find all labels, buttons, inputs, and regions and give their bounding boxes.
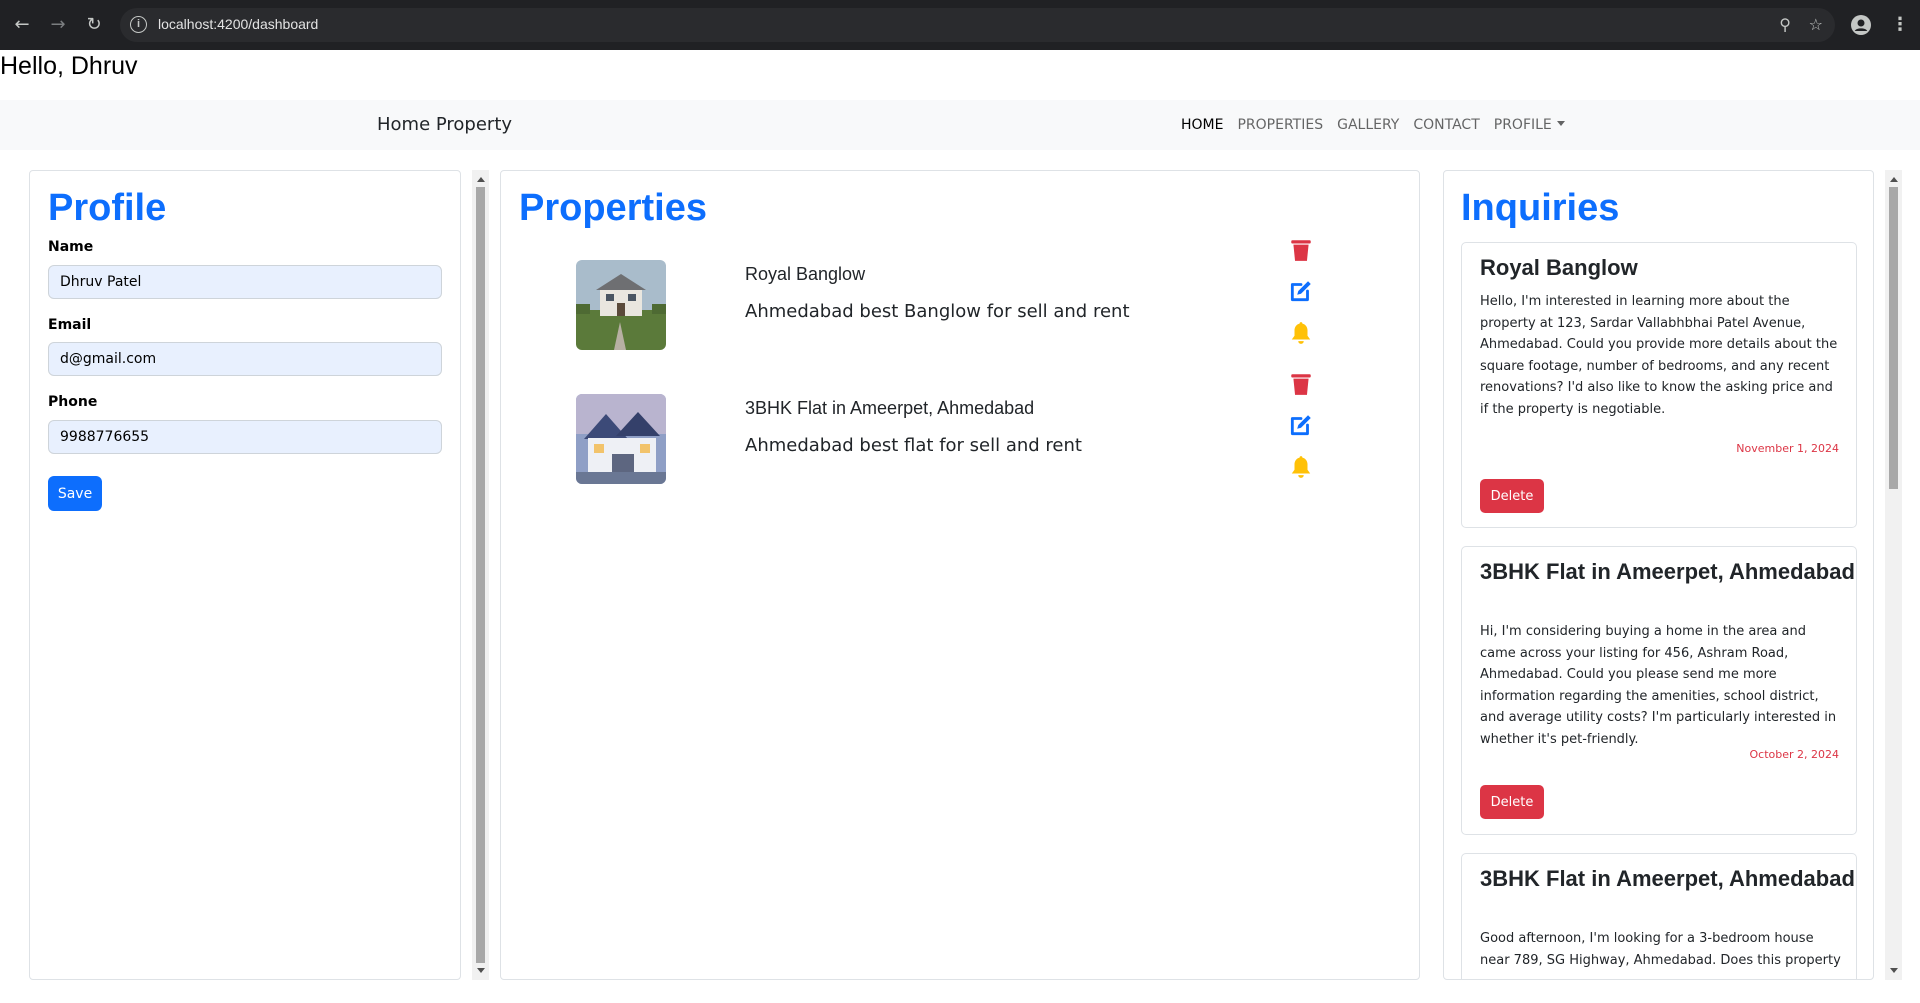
inquiry-date: November 1, 2024	[1736, 442, 1839, 455]
phone-field[interactable]	[48, 420, 442, 454]
inquiry-title: 3BHK Flat in Ameerpet, Ahmedabad	[1480, 866, 1855, 891]
zoom-icon[interactable]: ⚲	[1779, 15, 1791, 34]
name-field[interactable]	[48, 265, 442, 299]
scroll-up-arrow-icon[interactable]	[1890, 177, 1898, 182]
property-image-banglow	[576, 260, 666, 350]
inquiry-title: Royal Banglow	[1480, 255, 1638, 280]
reload-icon[interactable]: ↻	[83, 14, 105, 36]
inquiry-title: 3BHK Flat in Ameerpet, Ahmedabad	[1480, 559, 1855, 584]
email-field[interactable]	[48, 342, 442, 376]
property-description: Ahmedabad best Banglow for sell and rent	[745, 301, 1130, 322]
inquiries-panel: Inquiries Royal Banglow Hello, I'm inter…	[1443, 170, 1874, 980]
brand-link[interactable]: Home Property	[377, 114, 512, 135]
property-row: Royal Banglow Ahmedabad best Banglow for…	[501, 240, 1419, 359]
inquiry-message: Hello, I'm interested in learning more a…	[1480, 294, 1838, 417]
nav-properties[interactable]: PROPERTIES	[1230, 117, 1330, 133]
forward-icon[interactable]: →	[47, 14, 69, 36]
profile-panel: Profile Name Email Phone Save	[29, 170, 461, 980]
greeting-text: Hello, Dhruv	[0, 52, 138, 80]
edit-icon[interactable]	[1288, 278, 1314, 304]
nav-home[interactable]: HOME	[1174, 117, 1230, 133]
navbar: Home Property HOME PROPERTIES GALLERY CO…	[0, 100, 1920, 150]
name-label: Name	[48, 239, 94, 255]
inquiries-scrollbar[interactable]	[1885, 170, 1902, 980]
scroll-thumb[interactable]	[1889, 187, 1898, 489]
kebab-menu-icon[interactable]: ⋮	[1891, 14, 1909, 35]
inquiry-card: 3BHK Flat in Ameerpet, Ahmedabad Good af…	[1461, 853, 1857, 979]
properties-title: Properties	[519, 187, 707, 229]
inquiries-title: Inquiries	[1461, 187, 1620, 229]
profile-avatar-icon[interactable]	[1851, 15, 1871, 35]
property-title: Royal Banglow	[745, 264, 866, 284]
nav-profile-label: PROFILE	[1493, 117, 1552, 133]
address-bar[interactable]: i localhost:4200/dashboard ⚲ ☆	[120, 8, 1835, 42]
nav-profile-dropdown[interactable]: PROFILE	[1487, 117, 1572, 133]
inquiry-message: Hi, I'm considering buying a home in the…	[1480, 624, 1837, 747]
bell-icon[interactable]	[1288, 320, 1314, 346]
nav-contact[interactable]: CONTACT	[1406, 117, 1486, 133]
browser-toolbar: ← → ↻ i localhost:4200/dashboard ⚲ ☆ ⋮	[0, 0, 1920, 50]
inquiry-card: Royal Banglow Hello, I'm interested in l…	[1461, 242, 1857, 528]
profile-scrollbar[interactable]	[472, 170, 489, 980]
site-info-icon[interactable]: i	[130, 16, 147, 33]
scroll-up-arrow-icon[interactable]	[477, 177, 485, 182]
email-label: Email	[48, 317, 92, 333]
trash-icon[interactable]	[1288, 371, 1314, 397]
inquiry-date: October 2, 2024	[1749, 748, 1839, 761]
trash-icon[interactable]	[1288, 237, 1314, 263]
property-title: 3BHK Flat in Ameerpet, Ahmedabad	[745, 398, 1035, 418]
nav-links: HOME PROPERTIES GALLERY CONTACT PROFILE	[1174, 117, 1572, 133]
property-row: 3BHK Flat in Ameerpet, Ahmedabad Ahmedab…	[501, 374, 1419, 493]
url-text[interactable]: localhost:4200/dashboard	[158, 16, 318, 32]
scroll-down-arrow-icon[interactable]	[1890, 968, 1898, 973]
phone-label: Phone	[48, 394, 98, 410]
property-description: Ahmedabad best flat for sell and rent	[745, 435, 1082, 456]
property-image-flat	[576, 394, 666, 484]
bookmark-star-icon[interactable]: ☆	[1809, 15, 1823, 34]
nav-gallery[interactable]: GALLERY	[1330, 117, 1406, 133]
delete-inquiry-button[interactable]: Delete	[1480, 479, 1544, 513]
inquiry-card: 3BHK Flat in Ameerpet, Ahmedabad Hi, I'm…	[1461, 546, 1857, 835]
bell-icon[interactable]	[1288, 454, 1314, 480]
save-button[interactable]: Save	[48, 476, 102, 511]
caret-down-icon	[1556, 121, 1565, 126]
back-icon[interactable]: ←	[11, 14, 33, 36]
edit-icon[interactable]	[1288, 412, 1314, 438]
inquiry-message: Good afternoon, I'm looking for a 3-bedr…	[1480, 931, 1841, 968]
properties-panel: Properties Royal Banglow Ahmedabad best …	[500, 170, 1420, 980]
scroll-thumb[interactable]	[476, 187, 485, 963]
scroll-down-arrow-icon[interactable]	[477, 968, 485, 973]
delete-inquiry-button[interactable]: Delete	[1480, 785, 1544, 819]
profile-title: Profile	[48, 187, 167, 229]
